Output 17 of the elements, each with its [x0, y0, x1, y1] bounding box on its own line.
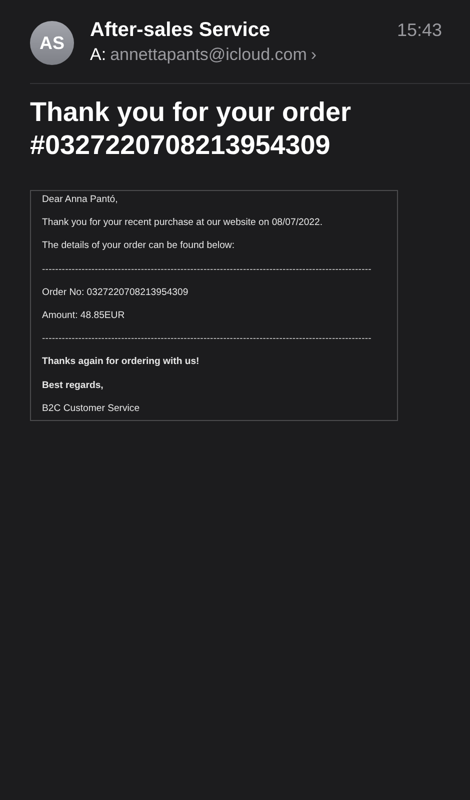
body-text: Order No: 0327220708213954309 — [42, 286, 190, 300]
body-text: Thank you for your recent purchase at our website on 08/07/2022. — [42, 216, 324, 230]
subject-title: Thank you for your order #0327220708213954309 — [29, 96, 352, 162]
body-text: Amount: 48.85EUR — [42, 308, 126, 323]
recipient-label: A: — [90, 44, 106, 66]
dashed-separator: ---------------------------------------------------------------------------------------------------- — [42, 332, 372, 346]
body-text: Dear Anna Pantó, — [42, 193, 119, 207]
body-text: B2C Customer Service — [42, 402, 141, 416]
body-text: Thanks again for ordering with us! — [42, 355, 200, 370]
body-text: Best regards, — [42, 378, 104, 392]
avatar-initials: AS — [39, 32, 64, 54]
sender-name: After-sales Service — [90, 18, 272, 43]
body-text: The details of your order can be found below: — [42, 239, 236, 254]
dashed-separator: ---------------------------------------------------------------------------------------------------- — [42, 262, 372, 277]
time: 15:43 — [396, 19, 442, 42]
recipient-address[interactable]: annettapants@icloud.com — [110, 43, 307, 67]
chevron-icon[interactable]: › — [310, 43, 317, 67]
